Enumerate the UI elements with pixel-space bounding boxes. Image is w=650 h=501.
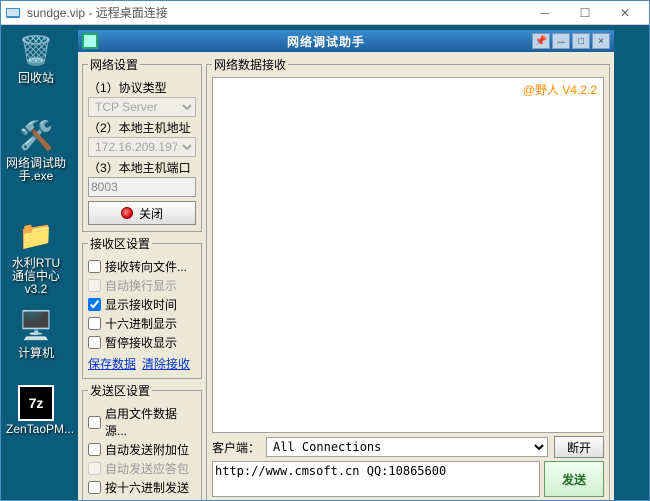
app-window: 网络调试助手 📌 － □ × 网络设置 （1）协议类型 TCP Server （… (76, 30, 616, 500)
send-period-check[interactable]: 发送周期ms (88, 498, 196, 500)
rdp-icon (5, 5, 21, 21)
network-settings-group: 网络设置 （1）协议类型 TCP Server （2）本地主机地址 172.16… (82, 56, 202, 232)
left-panel: 网络设置 （1）协议类型 TCP Server （2）本地主机地址 172.16… (82, 56, 202, 500)
recv-data-group: 网络数据接收 @野人 V4.2.2 客户端： All Connections 断… (206, 56, 610, 500)
app-titlebar[interactable]: 网络调试助手 📌 － □ × (78, 30, 614, 52)
proto-label: （1）协议类型 (88, 79, 196, 96)
desktop-icon-net-assist[interactable]: 🛠️网络调试助手.exe (6, 115, 66, 183)
app-close-button[interactable]: × (592, 33, 610, 49)
recv-textarea[interactable]: @野人 V4.2.2 (212, 77, 604, 433)
watermark: @野人 V4.2.2 (523, 81, 597, 98)
recv-check-1[interactable]: 自动换行显示 (88, 277, 196, 294)
app-title-text: 网络调试助手 (122, 33, 530, 50)
app-minimize-button[interactable]: － (552, 33, 570, 49)
port-input[interactable] (88, 177, 196, 197)
app-icon (82, 33, 98, 49)
recv-check-3[interactable]: 十六进制显示 (88, 315, 196, 332)
recv-check-2[interactable]: 显示接收时间 (88, 296, 196, 313)
send-check-3[interactable]: 按十六进制发送 (88, 479, 196, 496)
send-check-2[interactable]: 自动发送应答包 (88, 460, 196, 477)
disconnect-button[interactable]: 断开 (554, 436, 604, 458)
clear-recv-link[interactable]: 清除接收 (142, 355, 190, 372)
recv-settings-legend: 接收区设置 (88, 235, 152, 252)
desktop-icon-computer[interactable]: 🖥️计算机 (6, 305, 66, 360)
client-select[interactable]: All Connections (266, 437, 548, 457)
send-check-0[interactable]: 启用文件数据源... (88, 405, 196, 439)
port-label: （3）本地主机端口 (88, 159, 196, 176)
rdp-maximize-button[interactable]: ☐ (565, 3, 605, 23)
host-label: （2）本地主机地址 (88, 119, 196, 136)
rdp-window: sundge.vip - 远程桌面连接 ─ ☐ ✕ 🗑️回收站 🛠️网络调试助手… (0, 0, 650, 501)
rdp-title-text: sundge.vip - 远程桌面连接 (27, 4, 525, 21)
send-check-1[interactable]: 自动发送附加位 (88, 441, 196, 458)
send-settings-legend: 发送区设置 (88, 382, 152, 399)
rdp-minimize-button[interactable]: ─ (525, 3, 565, 23)
rdp-titlebar[interactable]: sundge.vip - 远程桌面连接 ─ ☐ ✕ (1, 1, 649, 25)
record-icon (121, 207, 133, 219)
host-select[interactable]: 172.16.209.197 (88, 137, 196, 157)
desktop-icon-7z[interactable]: 7zZenTaoPM... (6, 385, 66, 436)
network-settings-legend: 网络设置 (88, 56, 140, 73)
client-label: 客户端： (212, 439, 260, 456)
send-textarea[interactable] (212, 461, 540, 497)
app-pin-button[interactable]: 📌 (532, 33, 550, 49)
save-data-link[interactable]: 保存数据 (88, 355, 136, 372)
close-connection-button[interactable]: 关闭 (88, 201, 196, 225)
remote-desktop: 🗑️回收站 🛠️网络调试助手.exe 📁水利RTU通信中心v3.2 🖥️计算机 … (1, 25, 649, 500)
recv-settings-group: 接收区设置 接收转向文件... 自动换行显示 显示接收时间 十六进制显示 暂停接… (82, 235, 202, 379)
proto-select[interactable]: TCP Server (88, 97, 196, 117)
recv-data-legend: 网络数据接收 (212, 56, 288, 73)
recv-check-4[interactable]: 暂停接收显示 (88, 334, 196, 351)
rdp-close-button[interactable]: ✕ (605, 3, 645, 23)
send-button[interactable]: 发送 (544, 461, 604, 497)
app-maximize-button[interactable]: □ (572, 33, 590, 49)
send-settings-group: 发送区设置 启用文件数据源... 自动发送附加位 自动发送应答包 按十六进制发送… (82, 382, 202, 500)
right-panel: 网络数据接收 @野人 V4.2.2 客户端： All Connections 断… (206, 56, 610, 500)
desktop-icon-folder[interactable]: 📁水利RTU通信中心v3.2 (6, 215, 66, 296)
desktop-icon-recycle-bin[interactable]: 🗑️回收站 (6, 30, 66, 85)
recv-check-0[interactable]: 接收转向文件... (88, 258, 196, 275)
